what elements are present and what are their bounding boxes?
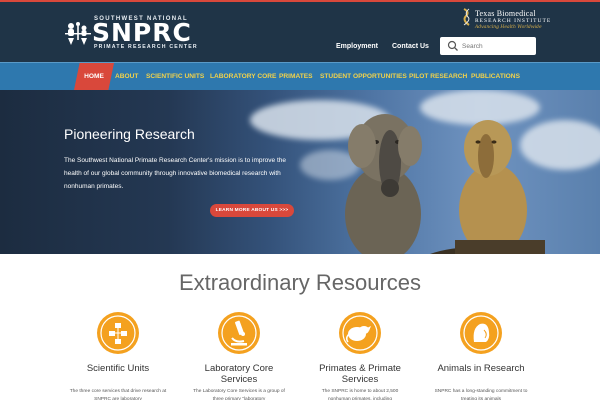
search-box[interactable] bbox=[440, 37, 536, 55]
resources-heading: Extraordinary Resources bbox=[178, 270, 422, 295]
search-icon bbox=[447, 40, 458, 51]
nav-item-home[interactable]: HOME bbox=[74, 63, 114, 90]
card-title: Scientific Units bbox=[86, 363, 150, 374]
site-header: SOUTHWEST NATIONAL SNPRC PRIMATE RESEARC… bbox=[0, 0, 600, 62]
nav-item-laboratory-core[interactable]: LABORATORY CORE bbox=[210, 63, 276, 90]
resource-card-laboratory-core[interactable]: Laboratory Core Services The Laboratory … bbox=[189, 312, 289, 400]
logo-main-text: SNPRC bbox=[92, 18, 192, 47]
learn-more-button[interactable]: LEARN MORE ABOUT US >>> bbox=[210, 204, 294, 217]
snprc-logo[interactable]: SOUTHWEST NATIONAL SNPRC PRIMATE RESEARC… bbox=[64, 16, 199, 52]
resource-card-scientific-units[interactable]: Scientific Units The three core services… bbox=[68, 312, 168, 400]
nav-item-pilot-research[interactable]: PILOT RESEARCH bbox=[409, 63, 467, 90]
card-title: Laboratory Core Services bbox=[204, 363, 274, 385]
card-description: The SNPRC is home to about 2,500 nonhuma… bbox=[321, 389, 399, 400]
hero-description: The Southwest National Primate Research … bbox=[64, 157, 286, 190]
monkey-head-icon bbox=[460, 312, 502, 354]
main-nav: HOME ABOUT SCIENTIFIC UNITS LABORATORY C… bbox=[0, 62, 600, 90]
texas-biomed-emblem-icon bbox=[463, 8, 470, 26]
logo-sub-text: PRIMATE RESEARCH CENTER bbox=[94, 44, 198, 50]
nav-item-primates[interactable]: PRIMATES bbox=[279, 63, 313, 90]
primate-silhouettes-icon bbox=[65, 22, 91, 45]
card-description: The three core services that drive resea… bbox=[69, 389, 167, 400]
partner-tagline: Advancing Health Worldwide bbox=[475, 25, 542, 30]
card-title: Primates & Primate Services bbox=[319, 363, 401, 385]
resource-card-primates[interactable]: Primates & Primate Services The SNPRC is… bbox=[310, 312, 410, 400]
microscope-icon bbox=[218, 312, 260, 354]
baboon-icon bbox=[339, 312, 381, 354]
card-description: SNPRC has a long-standing commitment to … bbox=[434, 389, 528, 400]
partner-subtitle: RESEARCH INSTITUTE bbox=[475, 18, 552, 24]
hero-title: Pioneering Research bbox=[64, 126, 195, 142]
nav-item-about[interactable]: ABOUT bbox=[115, 63, 138, 90]
nav-item-student-opportunities[interactable]: STUDENT OPPORTUNITIES bbox=[320, 63, 407, 90]
search-input[interactable] bbox=[462, 39, 532, 53]
org-chart-icon bbox=[97, 312, 139, 354]
texas-biomed-logo[interactable]: Texas Biomedical RESEARCH INSTITUTE Adva… bbox=[461, 8, 550, 34]
partner-name: Texas Biomedical bbox=[475, 9, 536, 18]
hero-banner: Pioneering Research The Southwest Nation… bbox=[0, 90, 600, 254]
nav-item-scientific-units[interactable]: SCIENTIFIC UNITS bbox=[146, 63, 204, 90]
contact-us-link[interactable]: Contact Us bbox=[392, 43, 429, 50]
card-title: Animals in Research bbox=[437, 363, 525, 374]
card-description: The Laboratory Core Services is a group … bbox=[193, 389, 285, 400]
employment-link[interactable]: Employment bbox=[336, 43, 378, 50]
resource-card-animals-in-research[interactable]: Animals in Research SNPRC has a long-sta… bbox=[431, 312, 531, 400]
nav-item-publications[interactable]: PUBLICATIONS bbox=[471, 63, 520, 90]
